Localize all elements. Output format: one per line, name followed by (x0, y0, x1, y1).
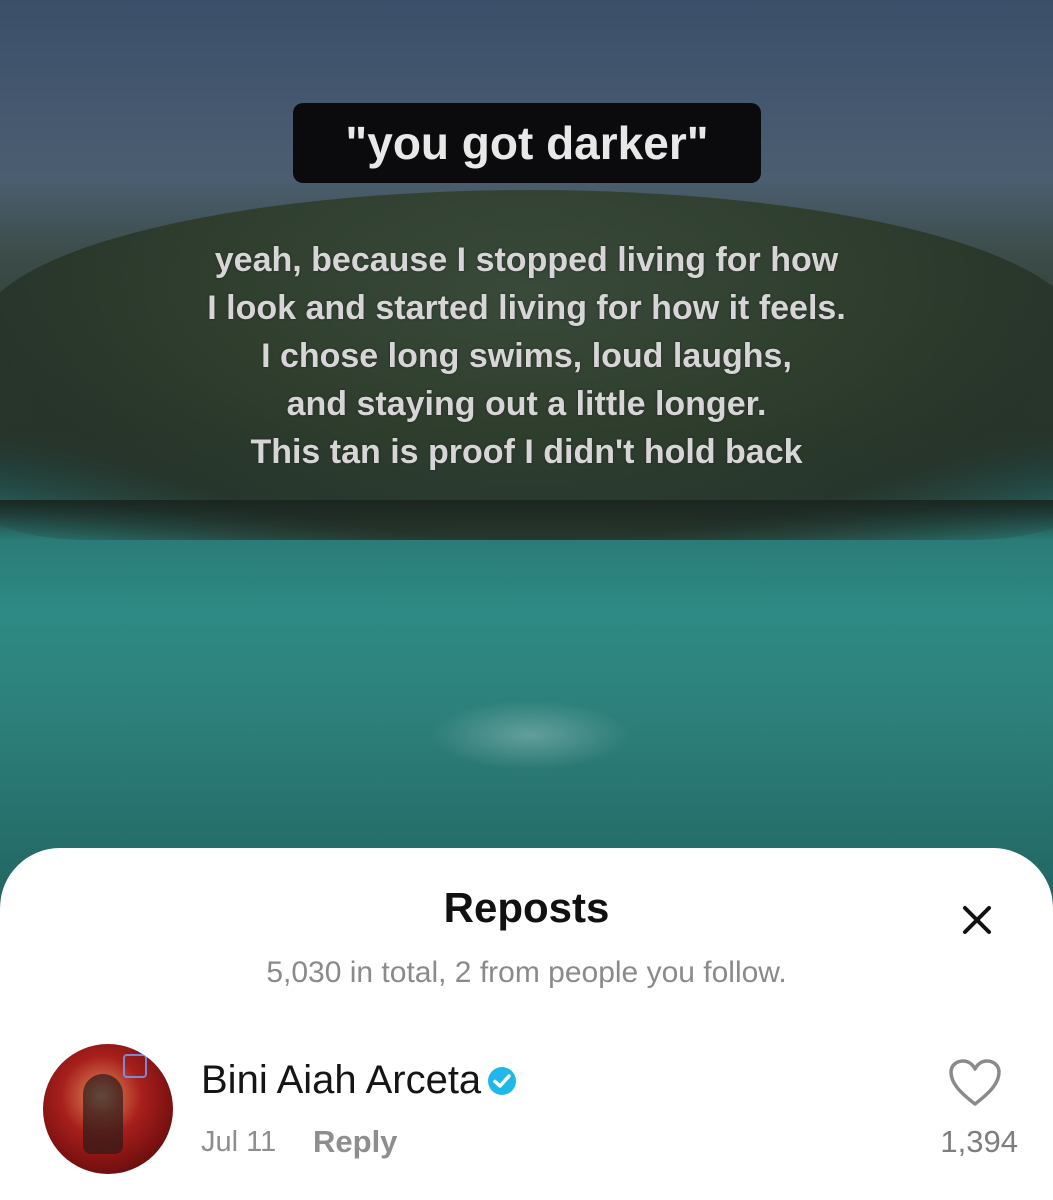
avatar-figure (83, 1074, 123, 1154)
video-background[interactable]: "you got darker" yeah, because I stopped… (0, 0, 1053, 900)
user-name-group[interactable]: Bini Aiah Arceta (201, 1058, 517, 1103)
close-button[interactable] (955, 898, 999, 942)
overlay-line: yeah, because I stopped living for how (214, 241, 839, 279)
verified-badge-icon (488, 1066, 517, 1095)
overlay-line: I chose long swims, loud laughs, (261, 337, 792, 375)
video-overlay-text: yeah, because I stopped living for how I… (150, 236, 903, 476)
shoreline (0, 500, 1053, 540)
sheet-title: Reposts (443, 884, 610, 931)
swimmer-ripple (430, 700, 630, 770)
video-caption: "you got darker" (293, 103, 761, 183)
avatar-neon-detail (123, 1054, 147, 1078)
overlay-line: and staying out a little longer. (286, 385, 767, 423)
overlay-line: I look and started living for how it fee… (207, 289, 846, 327)
reply-button[interactable]: Reply (313, 1124, 397, 1160)
reposts-summary: 5,030 in total, 2 from people you follow… (266, 956, 787, 989)
like-count: 1,394 (940, 1124, 1018, 1159)
overlay-line: This tan is proof I didn't hold back (250, 433, 803, 471)
repost-date: Jul 11 (201, 1126, 277, 1158)
repost-row[interactable]: Bini Aiah Arceta Jul 11 Reply 1,394 (0, 1044, 1053, 1184)
reposts-sheet: Reposts 5,030 in total, 2 from people yo… (0, 848, 1053, 1200)
user-name[interactable]: Bini Aiah Arceta (201, 1058, 481, 1103)
heart-icon[interactable] (948, 1058, 1002, 1108)
avatar[interactable] (43, 1044, 173, 1174)
close-icon (963, 906, 991, 934)
